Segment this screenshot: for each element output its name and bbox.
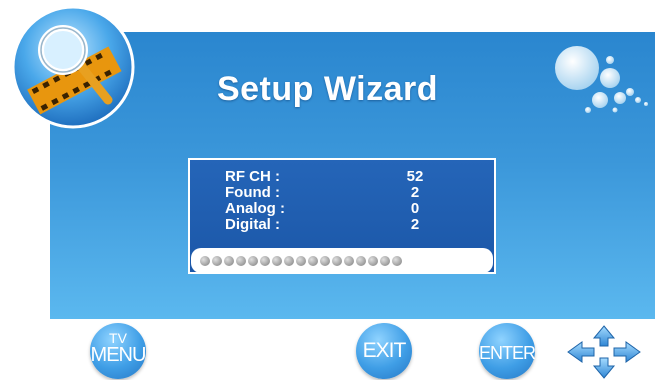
found-row: Found : 2: [225, 185, 465, 201]
progress-dot: [212, 256, 222, 266]
progress-dot: [308, 256, 318, 266]
analog-label: Analog :: [225, 200, 285, 217]
progress-dot: [296, 256, 306, 266]
rf-channel-value: 52: [406, 168, 424, 185]
digital-value: 2: [410, 216, 420, 233]
enter-button[interactable]: ENTER: [479, 323, 536, 379]
enter-label: ENTER: [479, 343, 536, 363]
rf-channel-row: RF CH : 52: [225, 169, 465, 185]
scan-progress-bar: [191, 248, 493, 273]
arrow-keys-icon[interactable]: [566, 324, 642, 380]
progress-dot: [272, 256, 282, 266]
digital-label: Digital :: [225, 216, 280, 233]
rf-channel-label: RF CH :: [225, 168, 280, 185]
progress-dot: [248, 256, 258, 266]
progress-dot: [200, 256, 210, 266]
progress-dot: [332, 256, 342, 266]
progress-dot: [224, 256, 234, 266]
digital-row: Digital : 2: [225, 217, 465, 233]
progress-dot: [380, 256, 390, 266]
progress-dot: [320, 256, 330, 266]
progress-dot: [236, 256, 246, 266]
tv-menu-button[interactable]: TV MENU: [90, 323, 146, 379]
found-value: 2: [410, 184, 420, 201]
progress-dot: [284, 256, 294, 266]
tv-menu-line1: TV: [109, 330, 127, 346]
analog-value: 0: [410, 200, 420, 217]
progress-dot: [260, 256, 270, 266]
exit-label: EXIT: [362, 339, 407, 362]
progress-dot: [392, 256, 402, 266]
exit-button[interactable]: EXIT: [356, 323, 412, 379]
channel-scan-status-box: RF CH : 52 Found : 2 Analog : 0 Digital …: [188, 158, 496, 274]
progress-dot: [344, 256, 354, 266]
tv-menu-line2: MENU: [90, 344, 147, 366]
page-title: Setup Wizard: [216, 70, 439, 108]
analog-row: Analog : 0: [225, 201, 465, 217]
progress-dot: [356, 256, 366, 266]
progress-dot: [368, 256, 378, 266]
found-label: Found :: [225, 184, 280, 201]
search-film-logo-icon: [11, 5, 135, 129]
